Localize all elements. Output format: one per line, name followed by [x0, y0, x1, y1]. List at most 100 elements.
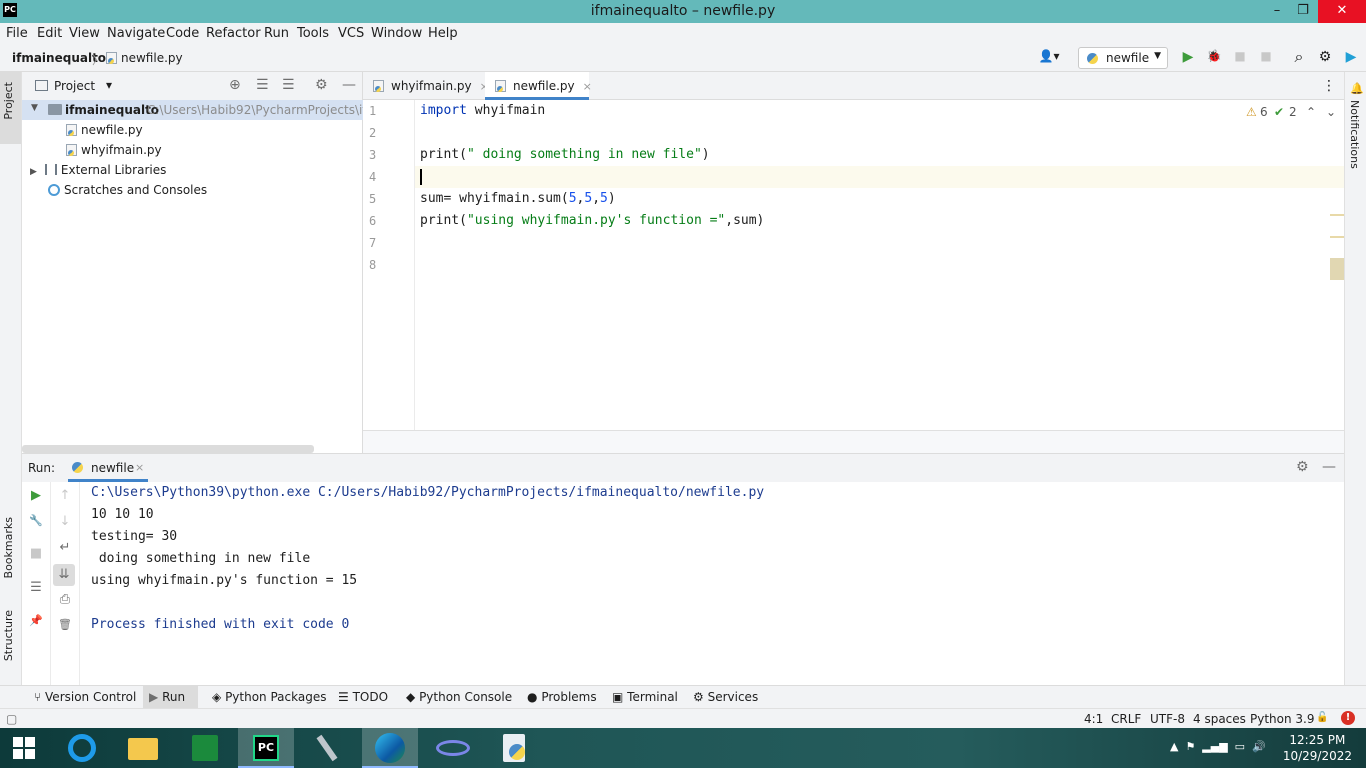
warning-count[interactable]: 6 [1260, 105, 1268, 119]
code-with-me-icon[interactable]: ▶ [1342, 49, 1360, 65]
debug-button[interactable]: 🐞 [1205, 49, 1223, 63]
scroll-to-end-icon[interactable]: ⇊ [53, 564, 75, 586]
project-stripe-button[interactable]: Project [0, 72, 21, 144]
chevron-down-icon[interactable]: ▾ [106, 78, 112, 92]
bell-icon[interactable]: 🔔 [1350, 82, 1364, 95]
collapse-all-icon[interactable]: ☰ [282, 77, 295, 93]
menu-file[interactable]: File [6, 26, 28, 41]
tree-row-file[interactable]: newfile.py [66, 123, 143, 137]
windows-start-button[interactable] [0, 728, 50, 768]
code-line[interactable]: print(" doing something in new file") [420, 144, 710, 166]
bookmarks-stripe-button[interactable]: Bookmarks [2, 517, 15, 578]
gear-icon[interactable]: ⚙ [1296, 459, 1309, 475]
gear-icon[interactable]: ⚙ [1316, 49, 1334, 65]
breadcrumb-file[interactable]: newfile.py [106, 51, 183, 65]
taskbar-clock[interactable]: 12:25 PM 10/29/2022 [1283, 732, 1352, 764]
run-button[interactable]: ▶ [1179, 49, 1197, 65]
close-tab-icon[interactable]: × [135, 461, 144, 474]
chevron-right-icon[interactable]: ▶ [30, 167, 37, 177]
hide-icon[interactable]: — [1322, 459, 1336, 475]
rerun-button[interactable]: ▶ [22, 488, 50, 503]
down-arrow-icon[interactable]: ↓ [51, 514, 79, 529]
menu-navigate[interactable]: Navigate [107, 26, 165, 41]
system-tray-icons[interactable]: ▲ ⚑ ▂▄▆ ▭ 🔊 [1170, 740, 1266, 753]
more-tabs-icon[interactable]: ⋮ [1322, 78, 1336, 94]
wrench-icon[interactable]: 🔧 [22, 514, 50, 527]
tree-row-external-libraries[interactable]: ▶ External Libraries [30, 163, 166, 177]
taskbar-file-explorer[interactable] [115, 728, 171, 768]
code-line[interactable]: sum= whyifmain.sum(5,5,5) [420, 188, 616, 210]
tool-problems[interactable]: ● Problems [521, 686, 603, 709]
menu-window[interactable]: Window [371, 26, 422, 41]
trash-icon[interactable]: 🗑 [51, 618, 79, 631]
tool-python-packages[interactable]: ◈ Python Packages [206, 686, 332, 709]
chevron-down-icon[interactable]: ▼ [31, 103, 38, 113]
weak-warning-icon[interactable]: ✔ [1274, 105, 1284, 119]
tree-row-file[interactable]: whyifmain.py [66, 143, 162, 157]
menu-edit[interactable]: Edit [37, 26, 62, 41]
menu-tools[interactable]: Tools [297, 26, 329, 41]
indent-setting[interactable]: 4 spaces [1193, 712, 1246, 726]
stop-button[interactable]: ■ [22, 546, 50, 561]
scroll-marker[interactable] [1330, 214, 1344, 216]
previous-highlight-icon[interactable]: ⌃ [1306, 105, 1316, 119]
lock-icon[interactable]: 🔓 [1316, 712, 1328, 723]
next-highlight-icon[interactable]: ⌄ [1326, 105, 1336, 119]
python-interpreter[interactable]: Python 3.9 [1250, 712, 1315, 726]
structure-stripe-button[interactable]: Structure [2, 610, 15, 661]
taskbar-python-app[interactable] [486, 728, 542, 768]
taskbar-audio-app[interactable] [300, 728, 356, 768]
tool-terminal[interactable]: ▣ Terminal [606, 686, 684, 709]
stop-button[interactable]: ■ [1257, 49, 1275, 63]
tree-row-root[interactable]: ▼ ifmainequalto C:\Users\Habib92\Pycharm… [22, 100, 386, 120]
tool-python-console[interactable]: ◆ Python Console [400, 686, 518, 709]
tool-run[interactable]: ▶ Run [143, 686, 198, 709]
menu-code[interactable]: Code [166, 26, 199, 41]
taskbar-edge[interactable] [362, 728, 418, 768]
expand-all-icon[interactable]: ☰ [256, 77, 269, 93]
code-editor[interactable]: import whyifmain print(" doing something… [415, 100, 1344, 430]
menu-run[interactable]: Run [264, 26, 289, 41]
tree-row-scratches[interactable]: Scratches and Consoles [48, 183, 207, 197]
tool-services[interactable]: ⚙ Services [687, 686, 764, 709]
line-separator[interactable]: CRLF [1111, 712, 1141, 726]
tool-todo[interactable]: ☰ TODO [332, 686, 394, 709]
notifications-stripe-button[interactable]: Notifications [1348, 100, 1361, 169]
caret-position[interactable]: 4:1 [1084, 712, 1103, 726]
gear-icon[interactable]: ⚙ [315, 77, 328, 93]
up-arrow-icon[interactable]: ↑ [51, 488, 79, 503]
menu-vcs[interactable]: VCS [338, 26, 364, 41]
run-tab-newfile[interactable]: newfile × [68, 454, 148, 482]
taskbar-internet-explorer[interactable] [54, 728, 110, 768]
tab-newfile[interactable]: newfile.py × [485, 72, 592, 100]
taskbar-media-app[interactable] [424, 728, 480, 768]
code-line[interactable]: import whyifmain [420, 100, 545, 122]
weak-warning-count[interactable]: 2 [1289, 105, 1297, 119]
error-icon[interactable]: ! [1341, 711, 1355, 725]
code-line[interactable]: print("using whyifmain.py's function =",… [420, 210, 764, 232]
project-panel-title[interactable]: Project [54, 79, 95, 93]
file-encoding[interactable]: UTF-8 [1150, 712, 1185, 726]
locate-file-icon[interactable]: ⊕ [229, 77, 241, 93]
soft-wrap-icon[interactable]: ↵ [51, 540, 79, 555]
user-icon[interactable]: 👤▾ [1036, 49, 1062, 63]
scroll-thumb[interactable] [1330, 258, 1344, 280]
menu-refactor[interactable]: Refactor [206, 26, 261, 41]
close-button[interactable]: ✕ [1318, 0, 1366, 23]
tool-version-control[interactable]: ⑂ Version Control [28, 686, 142, 709]
taskbar-excel[interactable] [177, 728, 233, 768]
pin-icon[interactable]: 📌 [22, 614, 50, 627]
menu-help[interactable]: Help [428, 26, 458, 41]
print-icon[interactable]: ⎙ [51, 592, 79, 607]
tab-whyifmain[interactable]: whyifmain.py× [363, 72, 489, 100]
menu-view[interactable]: View [69, 26, 100, 41]
search-icon[interactable]: ⌕ [1290, 47, 1308, 67]
hide-icon[interactable]: — [342, 77, 356, 93]
taskbar-pycharm[interactable]: PC [238, 728, 294, 768]
layout-icon[interactable]: ☰ [22, 580, 50, 595]
warning-icon[interactable]: ⚠ [1246, 105, 1257, 119]
horizontal-scrollbar[interactable] [22, 445, 314, 453]
scroll-marker[interactable] [1330, 236, 1344, 238]
run-configuration-selector[interactable]: newfile ▼ [1078, 47, 1168, 69]
close-tab-icon[interactable]: × [583, 80, 592, 93]
